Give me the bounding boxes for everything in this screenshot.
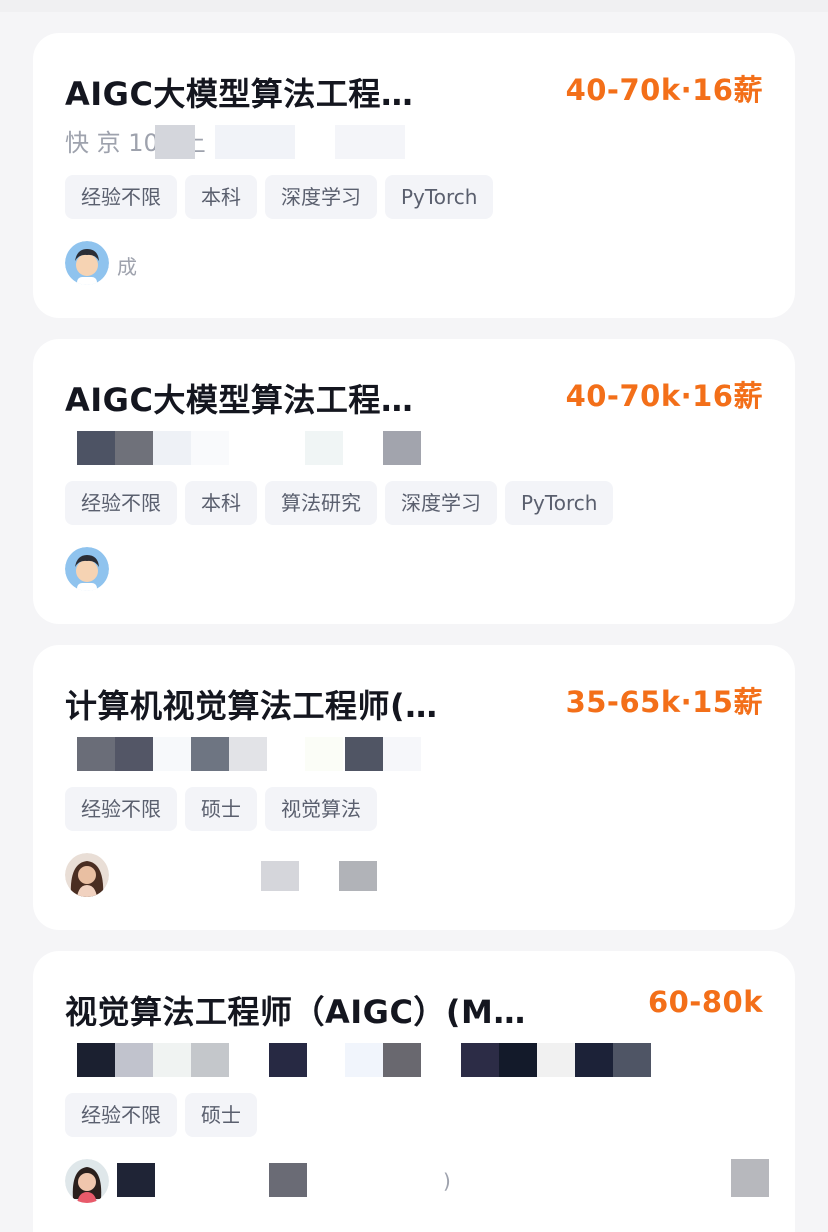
redacted-block <box>77 1043 115 1077</box>
tag: PyTorch <box>505 481 614 525</box>
recruiter-row: ) <box>65 1159 769 1205</box>
redacted-block <box>117 1163 155 1197</box>
redacted-block <box>383 431 421 465</box>
job-title: AIGC大模型算法工程… <box>65 381 414 419</box>
recruiter-text: 成 <box>117 255 137 279</box>
tag-list: 经验不限 硕士 视觉算法 <box>65 787 377 831</box>
redacted-block <box>269 1043 307 1077</box>
company-info: 快 京 100 上 <box>65 117 665 159</box>
redacted-block <box>115 431 153 465</box>
job-salary: 35-65k·15薪 <box>565 685 763 719</box>
redacted-block <box>731 1159 769 1197</box>
redacted-block <box>115 1043 153 1077</box>
redacted-block <box>339 861 377 891</box>
redacted-block <box>229 737 267 771</box>
tag: 硕士 <box>185 787 257 831</box>
redacted-block <box>77 737 115 771</box>
tag: 经验不限 <box>65 175 177 219</box>
tag-list: 经验不限 本科 深度学习 PyTorch <box>65 175 494 219</box>
redacted-block <box>537 1043 575 1077</box>
job-card[interactable]: AIGC大模型算法工程… 40-70k·16薪 快 京 100 上 经验不限 本… <box>33 33 795 318</box>
tag: 深度学习 <box>385 481 497 525</box>
tag: 本科 <box>185 481 257 525</box>
job-card[interactable]: 计算机视觉算法工程师(… 35-65k·15薪 经验不限 硕士 视觉算法 <box>33 645 795 930</box>
female-avatar-icon <box>65 1159 109 1203</box>
tag: 硕士 <box>185 1093 257 1137</box>
redacted-block <box>575 1043 613 1077</box>
redacted-block <box>461 1043 499 1077</box>
tag: 视觉算法 <box>265 787 377 831</box>
male-avatar-icon <box>65 547 109 591</box>
tag: 算法研究 <box>265 481 377 525</box>
recruiter-row <box>65 853 765 899</box>
redacted-block <box>345 1043 383 1077</box>
recruiter-row <box>65 547 765 593</box>
tag-list: 经验不限 硕士 <box>65 1093 257 1137</box>
job-card[interactable]: AIGC大模型算法工程… 40-70k·16薪 经验不限 本科 算法研究 深度学… <box>33 339 795 624</box>
redacted-block <box>269 1163 307 1197</box>
female-avatar-icon <box>65 853 109 897</box>
recruiter-text: ) <box>443 1169 451 1193</box>
job-salary: 40-70k·16薪 <box>565 73 763 107</box>
redacted-block <box>191 737 229 771</box>
redacted-block <box>155 125 195 159</box>
redacted-block <box>345 737 383 771</box>
redacted-block <box>335 125 405 159</box>
company-info <box>65 1035 705 1077</box>
redacted-block <box>191 431 229 465</box>
tag: 经验不限 <box>65 1093 177 1137</box>
job-title: 视觉算法工程师（AIGC）(M… <box>65 993 526 1031</box>
recruiter-row: 成 <box>65 241 765 287</box>
redacted-block <box>215 125 295 159</box>
redacted-block <box>305 431 343 465</box>
redacted-block <box>613 1043 651 1077</box>
redacted-block <box>305 737 343 771</box>
job-salary: 40-70k·16薪 <box>565 379 763 413</box>
redacted-block <box>383 737 421 771</box>
company-info <box>65 729 665 771</box>
job-salary: 60-80k <box>647 985 763 1019</box>
redacted-block <box>383 1043 421 1077</box>
job-card[interactable]: 视觉算法工程师（AIGC）(M… 60-80k 经验不限 硕士 ) <box>33 951 795 1232</box>
tag: 本科 <box>185 175 257 219</box>
tag-list: 经验不限 本科 算法研究 深度学习 PyTorch <box>65 481 614 525</box>
redacted-block <box>77 431 115 465</box>
male-avatar-icon <box>65 241 109 285</box>
tag: 经验不限 <box>65 481 177 525</box>
tag: 经验不限 <box>65 787 177 831</box>
job-title: AIGC大模型算法工程… <box>65 75 414 113</box>
redacted-block <box>499 1043 537 1077</box>
redacted-block <box>115 737 153 771</box>
redacted-block <box>261 861 299 891</box>
top-divider <box>0 0 828 12</box>
company-info <box>65 423 665 465</box>
redacted-block <box>153 737 191 771</box>
redacted-block <box>191 1043 229 1077</box>
tag: 深度学习 <box>265 175 377 219</box>
redacted-block <box>153 431 191 465</box>
tag: PyTorch <box>385 175 494 219</box>
job-title: 计算机视觉算法工程师(… <box>65 687 438 725</box>
redacted-block <box>153 1043 191 1077</box>
